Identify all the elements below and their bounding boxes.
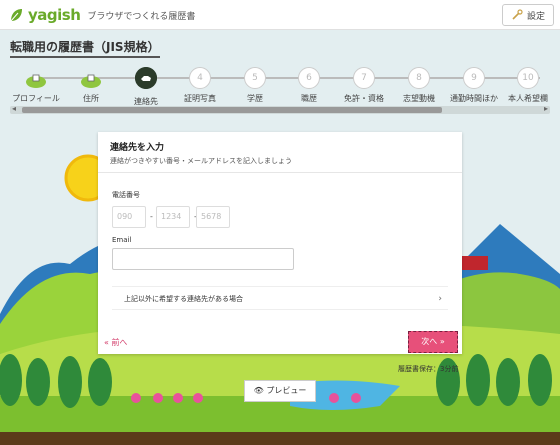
- step-progress: プロフィール 住所 連絡先 4 証明写真 5 学歴 6 職歴 7 免許・資格 8…: [0, 64, 560, 109]
- leaf-logo-icon: [10, 9, 22, 22]
- page-title: 転職用の履歴書（JIS規格）: [10, 38, 160, 58]
- email-field[interactable]: [112, 248, 294, 270]
- step-licenses[interactable]: 7 免許・資格: [336, 64, 392, 104]
- back-button[interactable]: « 前へ: [104, 337, 127, 348]
- additional-contact-toggle[interactable]: 上記以外に希望する連絡先がある場合 ›: [112, 286, 448, 310]
- step-address[interactable]: 住所: [63, 64, 119, 104]
- step-label: 通勤時間ほか: [450, 94, 498, 103]
- step-contact[interactable]: 連絡先: [118, 64, 174, 109]
- step-label: 職歴: [301, 94, 317, 103]
- logo-text: yagish: [28, 6, 81, 24]
- logo[interactable]: yagish ブラウザでつくれる履歴書: [8, 6, 195, 24]
- step-motivation[interactable]: 8 志望動機: [391, 64, 447, 104]
- step-number: 7: [353, 67, 375, 89]
- additional-contact-label: 上記以外に希望する連絡先がある場合: [124, 295, 243, 303]
- step-work-history[interactable]: 6 職歴: [281, 64, 337, 104]
- top-bar: yagish ブラウザでつくれる履歴書 設定: [0, 0, 560, 30]
- goat-icon: [135, 67, 157, 89]
- horizontal-scrollbar[interactable]: ◂ ▸: [10, 104, 550, 114]
- settings-icon: [512, 9, 523, 20]
- phone-field-3[interactable]: 5678: [196, 206, 230, 228]
- scroll-left-icon[interactable]: ◂: [12, 104, 16, 113]
- step-commute[interactable]: 9 通勤時間ほか: [446, 64, 502, 104]
- phone-field-1[interactable]: 090: [112, 206, 146, 228]
- scroll-thumb[interactable]: [22, 107, 442, 113]
- step-label: 免許・資格: [344, 94, 384, 103]
- card-title: 連絡先を入力: [110, 143, 165, 153]
- next-button[interactable]: 次へ »: [408, 331, 458, 353]
- step-number: 5: [244, 67, 266, 89]
- phone-label: 電話番号: [112, 191, 140, 199]
- step-number: 10: [517, 67, 539, 89]
- contact-form-card: 連絡先を入力 連絡がつきやすい番号・メールアドレスを記入しましょう 電話番号 0…: [98, 132, 462, 354]
- step-done-icon: [80, 67, 102, 89]
- step-number: 9: [463, 67, 485, 89]
- email-label: Email: [112, 236, 132, 244]
- step-education[interactable]: 5 学歴: [227, 64, 283, 104]
- step-label: 住所: [83, 94, 99, 103]
- step-label: 証明写真: [184, 94, 216, 103]
- step-number: 8: [408, 67, 430, 89]
- preview-button[interactable]: 👁 プレビュー: [244, 380, 316, 402]
- card-header: 連絡先を入力 連絡がつきやすい番号・メールアドレスを記入しましょう: [98, 132, 462, 173]
- logo-tagline: ブラウザでつくれる履歴書: [87, 11, 196, 22]
- preview-label: プレビュー: [266, 386, 307, 395]
- chevron-right-icon: ›: [438, 294, 442, 304]
- step-profile[interactable]: プロフィール: [8, 64, 64, 104]
- scroll-right-icon[interactable]: ▸: [544, 104, 548, 113]
- eye-icon: 👁: [253, 386, 264, 395]
- step-label: 本人希望欄: [508, 94, 548, 103]
- step-label: 志望動機: [403, 94, 435, 103]
- step-done-icon: [25, 67, 47, 89]
- step-number: 4: [189, 67, 211, 89]
- step-photo[interactable]: 4 証明写真: [172, 64, 228, 104]
- phone-field-2[interactable]: 1234: [156, 206, 190, 228]
- card-subtitle: 連絡がつきやすい番号・メールアドレスを記入しましょう: [110, 157, 292, 165]
- settings-label: 設定: [526, 11, 545, 22]
- step-requests[interactable]: 10 本人希望欄: [500, 64, 556, 104]
- step-label: 学歴: [247, 94, 263, 103]
- step-number: 6: [298, 67, 320, 89]
- step-label: プロフィール: [12, 94, 60, 103]
- settings-button[interactable]: 設定: [501, 4, 554, 26]
- phone-dash: -: [150, 212, 153, 221]
- save-status-text: 履歴書保存：3分前: [398, 365, 459, 373]
